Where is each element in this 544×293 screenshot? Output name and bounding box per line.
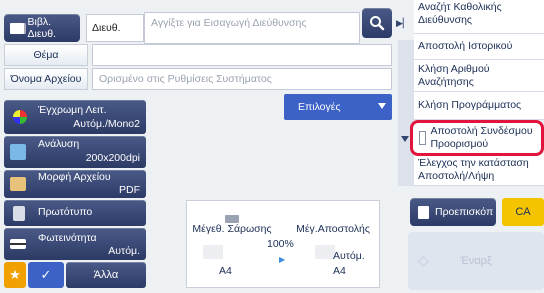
color-mode-value: Αυτόμ./Mono2 [73,118,140,130]
start-button[interactable]: ◇ Έναρξ [408,232,544,290]
scan-paper-value: A4 [219,265,232,277]
book-icon [10,22,24,34]
color-mode-button[interactable]: Έγχρωμη Λειτ. Αυτόμ./Mono2 [4,100,146,134]
send-size-label: Μέγ.Αποστολής [296,223,370,235]
scan-paper-icon [203,245,223,259]
ca-button[interactable]: CA [502,198,544,226]
subject-label: Θέμα [4,44,88,66]
scroll-down-icon[interactable] [401,136,409,142]
start-label: Έναρξ [460,255,492,267]
destination-input[interactable]: Αγγίξτε για Εισαγωγή Διεύθυνσης [144,12,360,44]
star-icon: ★ [9,267,21,282]
check-icon: ✓ [40,267,52,282]
chevron-down-icon [378,103,386,109]
list-item-check-status[interactable]: Έλεγχος την κατάσταση Αποστολή/Λήψη [414,154,544,186]
check-button[interactable]: ✓ [28,262,64,288]
file-format-icon [10,177,26,191]
other-label: Άλλα [93,269,119,281]
filename-label: Όνομα Αρχείου [4,68,88,90]
resolution-value: 200x200dpi [85,152,140,164]
favorites-button[interactable]: ★ [4,262,26,288]
send-paper-icon [315,245,335,259]
scanner-icon [225,215,239,223]
list-item-send-history[interactable]: Αποστολή Ιστορικού [414,34,544,60]
send-link-label: Αποστολή Συνδέσμου Προορισμού [430,125,533,150]
exposure-value: Αυτόμ. [108,245,140,257]
color-mode-icon [13,110,27,124]
expand-right-icon[interactable]: ▶▏ [396,18,410,32]
exposure-title: Φωτεινότητα [38,232,97,244]
send-mode-value: Αυτόμ. [333,250,365,262]
options-label: Επιλογές [298,101,341,113]
paper-size-panel[interactable]: Μέγεθ. Σάρωσης Μέγ.Αποστολής 100% Αυτόμ.… [186,200,380,288]
preview-icon [418,205,429,219]
subject-input[interactable] [92,44,392,66]
exposure-icon [10,239,26,249]
ratio-value: 100% [267,238,294,250]
filename-input[interactable]: Ορισμένο στις Ρυθμίσεις Συστήματος [92,68,392,90]
list-item-global-search[interactable]: Αναζήτ Καθολικής Διεύθυνσης [414,0,544,34]
original-button[interactable]: Πρωτότυπο [4,200,146,226]
arrow-right-icon: ▶ [279,255,286,264]
resolution-icon [10,144,26,160]
start-icon: ◇ [418,252,429,268]
resolution-button[interactable]: Ανάλυση 200x200dpi [4,136,146,168]
right-list-scrollbar[interactable] [398,40,414,186]
exposure-button[interactable]: Φωτεινότητα Αυτόμ. [4,228,146,260]
list-item-call-search-number[interactable]: Κλήση Αριθμού Αναζήτησης [414,60,544,92]
original-title: Πρωτότυπο [38,206,93,218]
scan-size-label: Μέγεθ. Σάρωσης [192,223,272,235]
address-book-label: Βιβλ. Διευθ. [27,16,57,40]
search-icon [370,16,385,31]
search-button[interactable] [362,8,392,38]
preview-button[interactable]: Προεπισκόπ [410,198,496,226]
color-mode-title: Έγχρωμη Λειτ. [38,104,107,116]
list-item-call-program[interactable]: Κλήση Προγράμματος [414,92,544,120]
document-icon [13,206,25,221]
destination-label: Διευθ. [86,14,144,42]
file-format-button[interactable]: Μορφή Αρχείου PDF [4,170,146,198]
list-item-send-link[interactable]: Αποστολή Συνδέσμου Προορισμού [410,120,544,156]
preview-label: Προεπισκόπ [435,206,494,218]
file-format-title: Μορφή Αρχείου [38,171,111,183]
address-book-button[interactable]: Βιβλ. Διευθ. [4,14,80,42]
scanner-send-screen: { "header": { "address_book_label": "Βιβ… [0,0,544,293]
file-format-value: PDF [119,184,140,196]
right-action-list: Αναζήτ Καθολικής Διεύθυνσης Αποστολή Ιστ… [410,0,544,186]
send-paper-value: A4 [333,265,346,277]
checkbox[interactable] [419,131,427,145]
other-button[interactable]: Άλλα [66,262,146,288]
options-button[interactable]: Επιλογές [284,94,392,120]
resolution-title: Ανάλυση [38,138,80,150]
